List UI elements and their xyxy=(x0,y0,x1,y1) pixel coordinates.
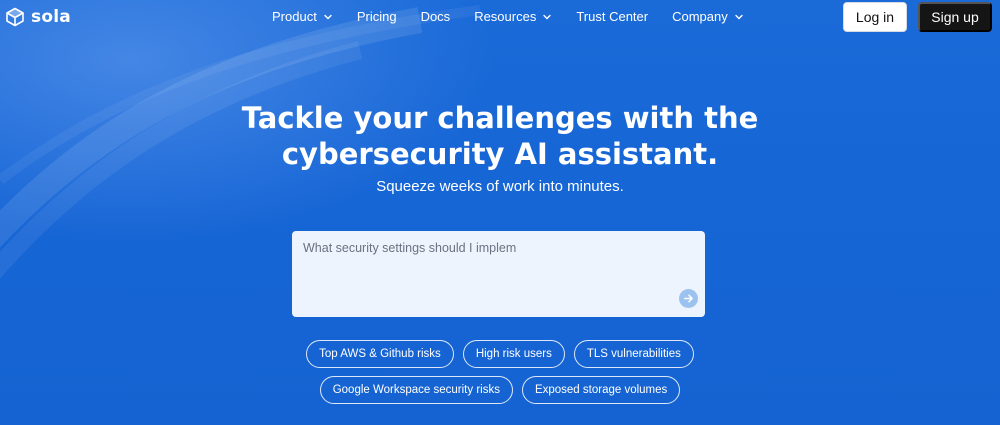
hero-title-line-1: Tackle your challenges with the xyxy=(241,101,759,135)
nav-item-label: Docs xyxy=(420,9,451,24)
brand-logo[interactable]: sola xyxy=(5,6,71,28)
suggestion-chip-exposed-storage-volumes[interactable]: Exposed storage volumes xyxy=(521,376,681,404)
nav-item-label: Company xyxy=(672,9,728,24)
nav-item-pricing[interactable]: Pricing xyxy=(357,9,397,24)
suggestion-chip-tls-vulnerabilities[interactable]: TLS vulnerabilities xyxy=(573,340,694,368)
hero-title-line-2: cybersecurity AI assistant. xyxy=(281,137,719,171)
prompt-box xyxy=(292,231,705,317)
suggestion-chip-google-workspace-risks[interactable]: Google Workspace security risks xyxy=(319,376,513,404)
nav-item-label: Pricing xyxy=(356,9,397,24)
send-button[interactable] xyxy=(679,289,698,308)
nav-item-company[interactable]: Company xyxy=(672,9,744,24)
nav-item-label: Product xyxy=(272,9,317,24)
chevron-down-icon xyxy=(324,14,332,19)
login-button[interactable]: Log in xyxy=(843,2,907,32)
nav-item-resources[interactable]: Resources xyxy=(474,9,552,24)
prompt-input[interactable] xyxy=(303,241,673,301)
suggestion-row-2: Google Workspace security risks Exposed … xyxy=(0,376,1000,404)
top-navigation: sola Product Pricing Docs Resources Trus… xyxy=(0,0,1000,34)
suggestion-chip-high-risk-users[interactable]: High risk users xyxy=(462,340,565,368)
nav-item-trust-center[interactable]: Trust Center xyxy=(576,9,648,24)
nav-item-docs[interactable]: Docs xyxy=(421,9,451,24)
main-menu: Product Pricing Docs Resources Trust Cen… xyxy=(272,9,744,24)
nav-item-product[interactable]: Product xyxy=(272,9,333,24)
brand-name: sola xyxy=(31,7,71,27)
nav-item-label: Trust Center xyxy=(576,9,649,24)
suggestion-chip-aws-github-risks[interactable]: Top AWS & Github risks xyxy=(306,340,454,368)
nav-item-label: Resources xyxy=(474,9,537,24)
chevron-down-icon xyxy=(735,14,743,19)
suggestion-row-1: Top AWS & Github risks High risk users T… xyxy=(0,340,1000,368)
arrow-right-icon xyxy=(684,294,693,303)
hero-subtitle: Squeeze weeks of work into minutes. xyxy=(376,178,624,195)
signup-button[interactable]: Sign up xyxy=(918,2,992,32)
cube-logo-icon xyxy=(5,7,25,27)
chevron-down-icon xyxy=(543,14,552,19)
hero-title: Tackle your challenges with the cybersec… xyxy=(0,100,1000,172)
